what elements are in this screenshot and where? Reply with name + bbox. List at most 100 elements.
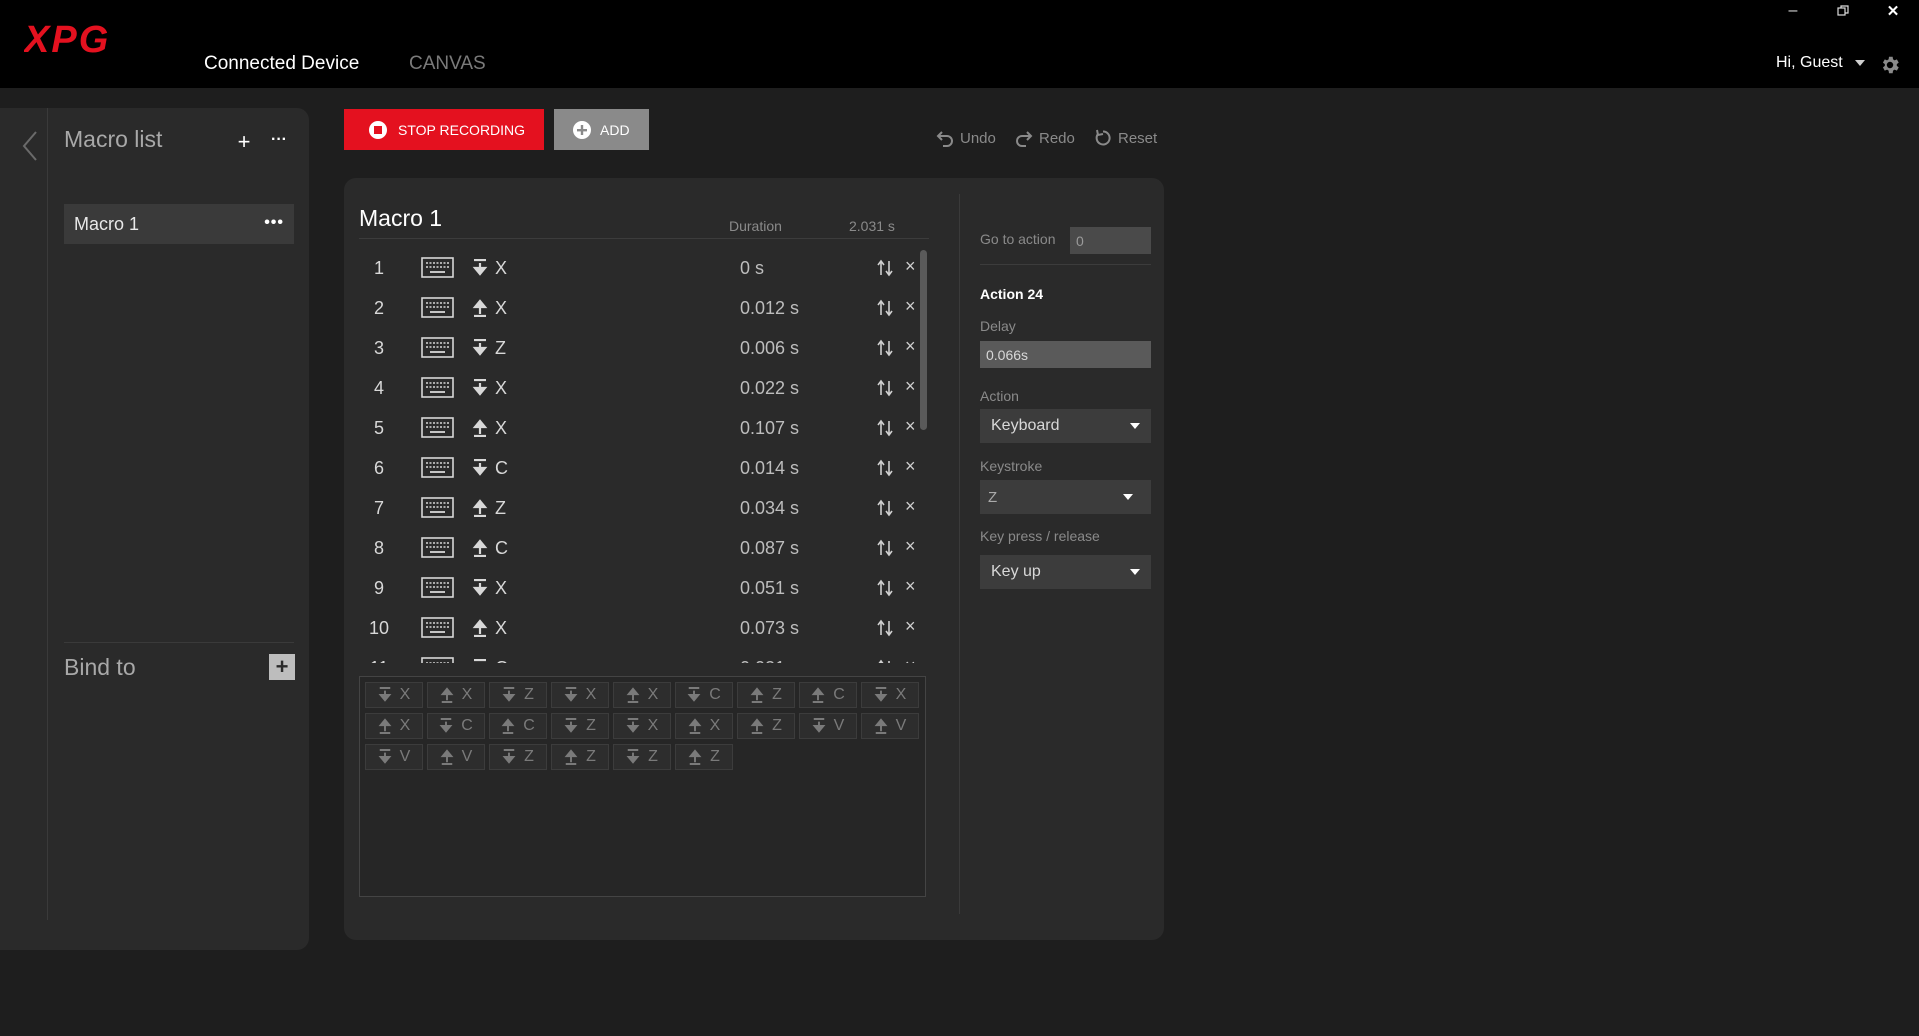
action-row[interactable]: 1 X 0 s × bbox=[359, 248, 919, 288]
delete-action-icon[interactable]: × bbox=[905, 496, 916, 517]
delete-action-icon[interactable]: × bbox=[905, 536, 916, 557]
sequence-chip[interactable]: Z bbox=[737, 682, 795, 708]
reorder-icon[interactable] bbox=[876, 339, 894, 357]
macro-list-more-button[interactable]: ··· bbox=[265, 126, 293, 154]
macro-list-item[interactable]: Macro 1 ••• bbox=[64, 204, 294, 244]
action-key: X bbox=[495, 258, 508, 278]
key-down-icon bbox=[439, 718, 453, 733]
sequence-chip[interactable]: X bbox=[365, 713, 423, 739]
sequence-chip[interactable]: V bbox=[861, 713, 919, 739]
action-row[interactable]: 10 X 0.073 s × bbox=[359, 608, 919, 648]
macro-list-title: Macro list bbox=[64, 126, 163, 152]
key-down-icon bbox=[472, 378, 488, 396]
reorder-icon[interactable] bbox=[876, 259, 894, 277]
reorder-icon[interactable] bbox=[876, 459, 894, 477]
key-up-icon bbox=[750, 718, 764, 734]
key-press-release-select[interactable]: Key up bbox=[980, 555, 1151, 589]
sequence-chip[interactable]: X bbox=[861, 682, 919, 708]
sequence-chip[interactable]: X bbox=[675, 713, 733, 739]
reorder-icon[interactable] bbox=[876, 499, 894, 517]
sequence-chip[interactable]: X bbox=[613, 713, 671, 739]
action-row[interactable]: 6 C 0.014 s × bbox=[359, 448, 919, 488]
delete-action-icon[interactable]: × bbox=[905, 256, 916, 277]
action-row[interactable]: 11 C 0.021 s × bbox=[359, 648, 919, 663]
action-row[interactable]: 2 X 0.012 s × bbox=[359, 288, 919, 328]
keyboard-icon bbox=[421, 377, 454, 398]
sequence-chip[interactable]: C bbox=[427, 713, 485, 739]
sequence-chip[interactable]: V bbox=[799, 713, 857, 739]
reorder-icon[interactable] bbox=[876, 539, 894, 557]
delete-action-icon[interactable]: × bbox=[905, 296, 916, 317]
sequence-chip[interactable]: V bbox=[427, 744, 485, 770]
macro-item-menu-icon[interactable]: ••• bbox=[264, 214, 284, 232]
action-list[interactable]: 1 X 0 s × 2 X 0.012 s × 3 Z 0.006 s × 4 X 0.022 s × 5 X 0.… bbox=[359, 248, 919, 663]
action-type-select[interactable]: Keyboard bbox=[980, 409, 1151, 443]
add-action-button[interactable]: ADD bbox=[554, 109, 649, 150]
chevron-down-icon bbox=[1130, 569, 1140, 575]
sequence-chip[interactable]: C bbox=[675, 682, 733, 708]
reorder-icon[interactable] bbox=[876, 379, 894, 397]
delete-action-icon[interactable]: × bbox=[905, 336, 916, 357]
delete-action-icon[interactable]: × bbox=[905, 416, 916, 437]
stop-recording-button[interactable]: STOP RECORDING bbox=[344, 109, 544, 150]
reorder-icon[interactable] bbox=[876, 299, 894, 317]
action-row[interactable]: 9 X 0.051 s × bbox=[359, 568, 919, 608]
action-row[interactable]: 7 Z 0.034 s × bbox=[359, 488, 919, 528]
plus-circle-icon bbox=[573, 120, 591, 139]
sequence-chip[interactable]: Z bbox=[489, 744, 547, 770]
minimize-button[interactable]: – bbox=[1770, 0, 1816, 22]
keystroke-select[interactable]: Z bbox=[980, 480, 1151, 514]
sequence-chip[interactable]: Z bbox=[551, 713, 609, 739]
bind-add-button[interactable]: + bbox=[269, 654, 295, 680]
redo-label: Redo bbox=[1039, 129, 1075, 147]
delete-action-icon[interactable]: × bbox=[905, 376, 916, 397]
user-greeting: Hi, Guest bbox=[1776, 54, 1843, 71]
key-down-icon bbox=[472, 258, 488, 276]
sequence-chip-key: X bbox=[709, 717, 721, 734]
bind-to-title: Bind to bbox=[64, 654, 136, 680]
sequence-chip[interactable]: X bbox=[427, 682, 485, 708]
add-macro-button[interactable]: + bbox=[230, 128, 258, 156]
delete-action-icon[interactable]: × bbox=[905, 576, 916, 597]
redo-button[interactable]: Redo bbox=[1015, 129, 1075, 147]
reset-button[interactable]: Reset bbox=[1094, 129, 1157, 147]
gear-icon[interactable] bbox=[1879, 54, 1901, 76]
reorder-icon[interactable] bbox=[876, 419, 894, 437]
sequence-chip[interactable]: X bbox=[551, 682, 609, 708]
action-row[interactable]: 5 X 0.107 s × bbox=[359, 408, 919, 448]
sequence-chip[interactable]: Z bbox=[613, 744, 671, 770]
action-row[interactable]: 3 Z 0.006 s × bbox=[359, 328, 919, 368]
sequence-chip-key: X bbox=[647, 686, 659, 703]
nav-canvas[interactable]: CANVAS bbox=[409, 53, 486, 75]
restore-button[interactable] bbox=[1820, 0, 1866, 22]
sequence-chip[interactable]: Z bbox=[489, 682, 547, 708]
delete-action-icon[interactable]: × bbox=[905, 456, 916, 477]
sequence-chip[interactable]: X bbox=[365, 682, 423, 708]
nav-connected-device[interactable]: Connected Device bbox=[204, 53, 359, 75]
action-row[interactable]: 8 C 0.087 s × bbox=[359, 528, 919, 568]
reorder-icon[interactable] bbox=[876, 619, 894, 637]
sequence-chip-key: Z bbox=[772, 686, 782, 703]
reorder-icon[interactable] bbox=[876, 659, 894, 663]
sequence-chip[interactable]: Z bbox=[737, 713, 795, 739]
user-menu[interactable]: Hi, Guest bbox=[1776, 54, 1865, 72]
redo-icon bbox=[1016, 131, 1033, 147]
action-row[interactable]: 4 X 0.022 s × bbox=[359, 368, 919, 408]
sequence-chip[interactable]: X bbox=[613, 682, 671, 708]
delete-action-icon[interactable]: × bbox=[905, 656, 916, 663]
reorder-icon[interactable] bbox=[876, 579, 894, 597]
sequence-chip[interactable]: C bbox=[799, 682, 857, 708]
sequence-chip[interactable]: Z bbox=[675, 744, 733, 770]
sequence-chip[interactable]: V bbox=[365, 744, 423, 770]
delay-input[interactable] bbox=[980, 341, 1151, 368]
undo-button[interactable]: Undo bbox=[936, 129, 996, 147]
close-button[interactable]: ✕ bbox=[1870, 0, 1916, 22]
sequence-chip[interactable]: C bbox=[489, 713, 547, 739]
chevron-left-icon[interactable] bbox=[20, 130, 40, 162]
goto-action-input[interactable] bbox=[1070, 227, 1151, 254]
sequence-chip[interactable]: Z bbox=[551, 744, 609, 770]
reset-label: Reset bbox=[1118, 129, 1158, 147]
action-list-scrollbar[interactable] bbox=[920, 250, 927, 430]
properties-divider bbox=[980, 264, 1151, 265]
delete-action-icon[interactable]: × bbox=[905, 616, 916, 637]
